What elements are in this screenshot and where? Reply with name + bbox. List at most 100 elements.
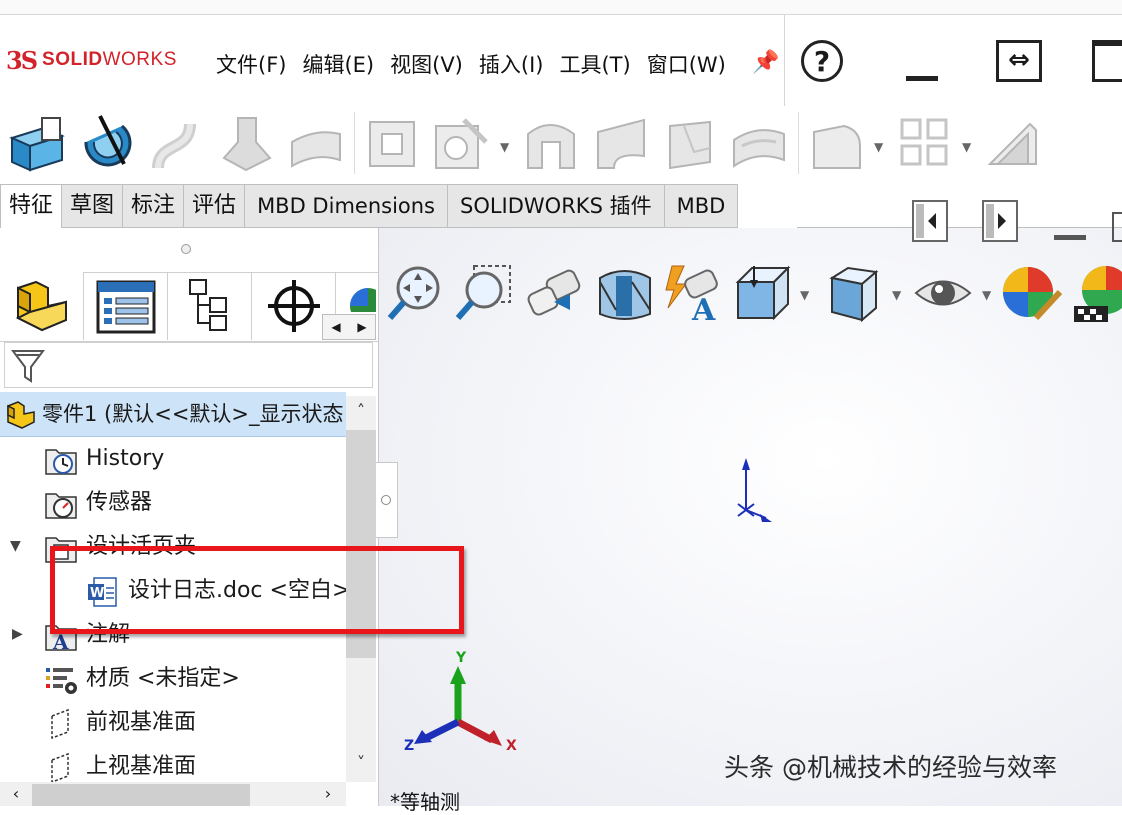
configurationmanager-tab[interactable] [168, 272, 252, 340]
fillet-dropdown-icon[interactable]: ▼ [874, 140, 883, 154]
ribbon-separator [354, 112, 355, 174]
menu-tools[interactable]: 工具(T) [559, 49, 630, 79]
view-orientation-dropdown-icon[interactable]: ▼ [800, 288, 809, 302]
tab-sketch[interactable]: 草图 [62, 184, 124, 228]
solidworks-logo: 3S SOLID WORKS [6, 40, 177, 80]
zoom-to-fit-icon[interactable] [384, 262, 446, 324]
sensor-folder-icon [45, 493, 77, 519]
apply-scene-icon[interactable] [1072, 262, 1122, 324]
zoom-to-area-icon[interactable] [452, 262, 514, 324]
viewport-minimize-button[interactable] [1054, 235, 1086, 240]
tree-item-label: History [86, 446, 165, 471]
hole-wizard-icon[interactable] [430, 112, 492, 176]
command-manager-tabs: 特征 草图 标注 评估 MBD Dimensions SOLIDWORKS 插件… [0, 184, 739, 228]
linear-pattern-icon[interactable] [894, 112, 956, 176]
rib-icon[interactable] [982, 112, 1044, 176]
tab-markup[interactable]: 标注 [123, 184, 185, 228]
property-list-icon [96, 280, 156, 334]
extruded-boss-icon[interactable] [6, 112, 68, 176]
tree-item-label: 传感器 [86, 490, 153, 515]
swept-cut-icon[interactable] [590, 112, 652, 176]
part-icon [7, 401, 35, 429]
extruded-cut-icon[interactable] [362, 112, 424, 176]
pin-menu-icon[interactable]: 📌 [752, 50, 779, 75]
edit-appearance-icon[interactable] [1000, 262, 1062, 324]
hide-show-items-icon[interactable] [912, 262, 974, 324]
tabs-scroll-left-icon[interactable]: ◀ [323, 315, 349, 339]
scroll-left-icon[interactable]: ‹ [4, 782, 28, 806]
logo-text-works: WORKS [102, 49, 177, 70]
fillet-icon[interactable] [806, 112, 868, 176]
filter-funnel-icon[interactable] [11, 347, 45, 385]
axis-label-x: X [506, 738, 517, 754]
display-style-dropdown-icon[interactable]: ▼ [892, 288, 901, 302]
display-style-icon[interactable] [822, 262, 884, 324]
pane-splitter-handle[interactable] [376, 462, 398, 538]
axis-label-y: Y [455, 650, 467, 666]
ribbon-separator [798, 112, 799, 174]
watermark-text: 头条 @机械技术的经验与效率 [724, 753, 1057, 782]
hole-wizard-dropdown-icon[interactable]: ▼ [500, 140, 509, 154]
revolved-cut-icon[interactable] [520, 112, 582, 176]
propertymanager-tab[interactable] [84, 272, 168, 340]
hide-show-dropdown-icon[interactable]: ▼ [982, 288, 991, 302]
lofted-boss-icon[interactable] [216, 112, 278, 176]
origin-marker-icon [737, 458, 772, 522]
menu-view[interactable]: 视图(V) [390, 49, 463, 79]
view-orientation-icon[interactable] [732, 262, 794, 324]
plane-icon [51, 708, 69, 740]
swept-boss-icon[interactable] [146, 112, 208, 176]
tree-horizontal-scroll-thumb[interactable] [32, 784, 250, 806]
menu-window[interactable]: 窗口(W) [647, 49, 726, 79]
tabs-scroll-right-icon[interactable]: ▶ [349, 315, 375, 339]
axis-label-z: Z [404, 738, 414, 754]
tree-root-part[interactable]: 零件1 (默认<<默认>_显示状态 1>) [0, 392, 346, 437]
boundary-boss-icon[interactable] [286, 112, 348, 176]
tree-filter-bar[interactable] [4, 342, 373, 388]
dynamic-annotation-icon[interactable]: A [662, 262, 724, 324]
next-view-button[interactable] [982, 200, 1018, 242]
tab-features[interactable]: 特征 [0, 184, 63, 228]
splitter-grip-icon [381, 495, 391, 505]
lofted-cut-icon[interactable] [660, 112, 722, 176]
tab-mbd[interactable]: MBD [664, 184, 739, 228]
expand-design-binder-icon[interactable]: ▼ [10, 538, 21, 554]
restore-button[interactable]: ⇔ [996, 40, 1042, 82]
configuration-tree-icon [189, 279, 227, 331]
menu-file[interactable]: 文件(F) [216, 49, 286, 79]
expand-annotations-icon[interactable]: ▶ [12, 626, 23, 642]
scroll-down-icon[interactable]: ˅ [346, 748, 376, 778]
maximize-button[interactable] [1092, 40, 1122, 82]
tab-solidworks-addins[interactable]: SOLIDWORKS 插件 [448, 184, 665, 228]
boundary-cut-icon[interactable] [728, 112, 790, 176]
tab-evaluate[interactable]: 评估 [184, 184, 246, 228]
viewport-restore-button[interactable] [1112, 212, 1122, 242]
previous-view-button[interactable] [912, 200, 948, 242]
menu-separator [784, 14, 785, 106]
part-feature-tree-icon [15, 280, 67, 332]
window-top-strip [0, 0, 1122, 15]
tree-item-label: 材质 <未指定> [86, 666, 240, 691]
display-manager-tab[interactable] [336, 276, 376, 312]
view-orientation-label: *等轴测 [390, 790, 460, 814]
reference-triad: Y X Z [404, 650, 517, 754]
scroll-up-icon[interactable]: ˄ [346, 396, 376, 426]
previous-view-icon[interactable] [524, 262, 586, 324]
minimize-button[interactable] [906, 76, 938, 81]
tab-mbd-dimensions[interactable]: MBD Dimensions [245, 184, 448, 228]
history-folder-icon [45, 449, 77, 475]
scroll-right-icon[interactable]: › [316, 782, 340, 806]
section-view-icon[interactable] [594, 262, 656, 324]
pattern-dropdown-icon[interactable]: ▼ [962, 140, 971, 154]
featuremanager-tab[interactable] [0, 272, 84, 340]
manager-tabs-scroller: ◀ ▶ [322, 314, 376, 340]
revolved-boss-icon[interactable] [76, 112, 138, 176]
pane-collapse-handle[interactable] [181, 244, 191, 254]
tree-root-label: 零件1 (默认<<默认>_显示状态 1>) [42, 402, 344, 426]
ds-logo-mark: 3S [6, 45, 38, 75]
logo-text-solid: SOLID [42, 49, 103, 70]
menu-insert[interactable]: 插入(I) [479, 49, 544, 79]
restore-arrows-icon: ⇔ [1008, 45, 1030, 75]
menu-edit[interactable]: 编辑(E) [302, 49, 374, 79]
help-button[interactable]: ? [801, 40, 843, 82]
